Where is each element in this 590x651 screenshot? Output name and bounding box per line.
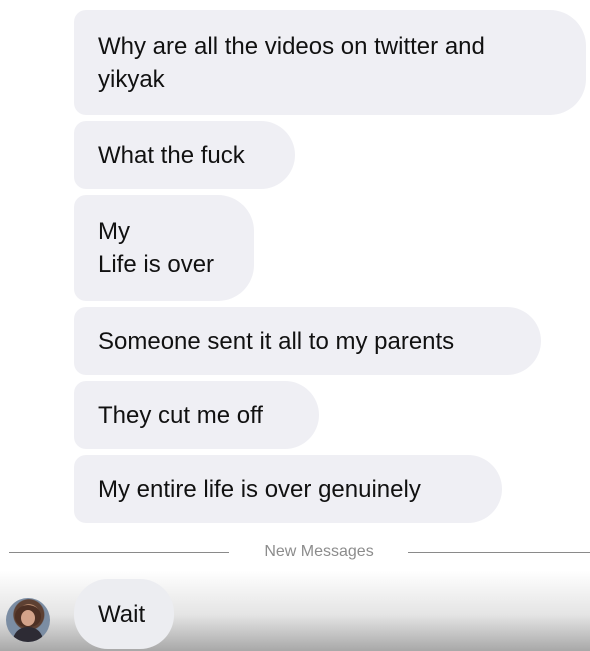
- sender-avatar[interactable]: [6, 598, 50, 642]
- message-bubble[interactable]: My entire life is over genuinely: [74, 455, 502, 523]
- message-bubble[interactable]: My Life is over: [74, 195, 254, 301]
- message-bubble[interactable]: Why are all the videos on twitter and yi…: [74, 10, 586, 115]
- avatar-body: [13, 627, 43, 642]
- message-thread: Why are all the videos on twitter and yi…: [0, 0, 590, 651]
- new-messages-divider: New Messages: [0, 541, 590, 565]
- divider-line-right: [408, 552, 590, 553]
- new-messages-label: New Messages: [264, 543, 374, 560]
- message-bubble[interactable]: They cut me off: [74, 381, 319, 449]
- divider-line-left: [9, 552, 229, 553]
- message-bubble[interactable]: Someone sent it all to my parents: [74, 307, 541, 375]
- avatar-face: [21, 610, 35, 626]
- new-message-bubble[interactable]: Wait: [74, 579, 174, 649]
- message-bubble[interactable]: What the fuck: [74, 121, 295, 189]
